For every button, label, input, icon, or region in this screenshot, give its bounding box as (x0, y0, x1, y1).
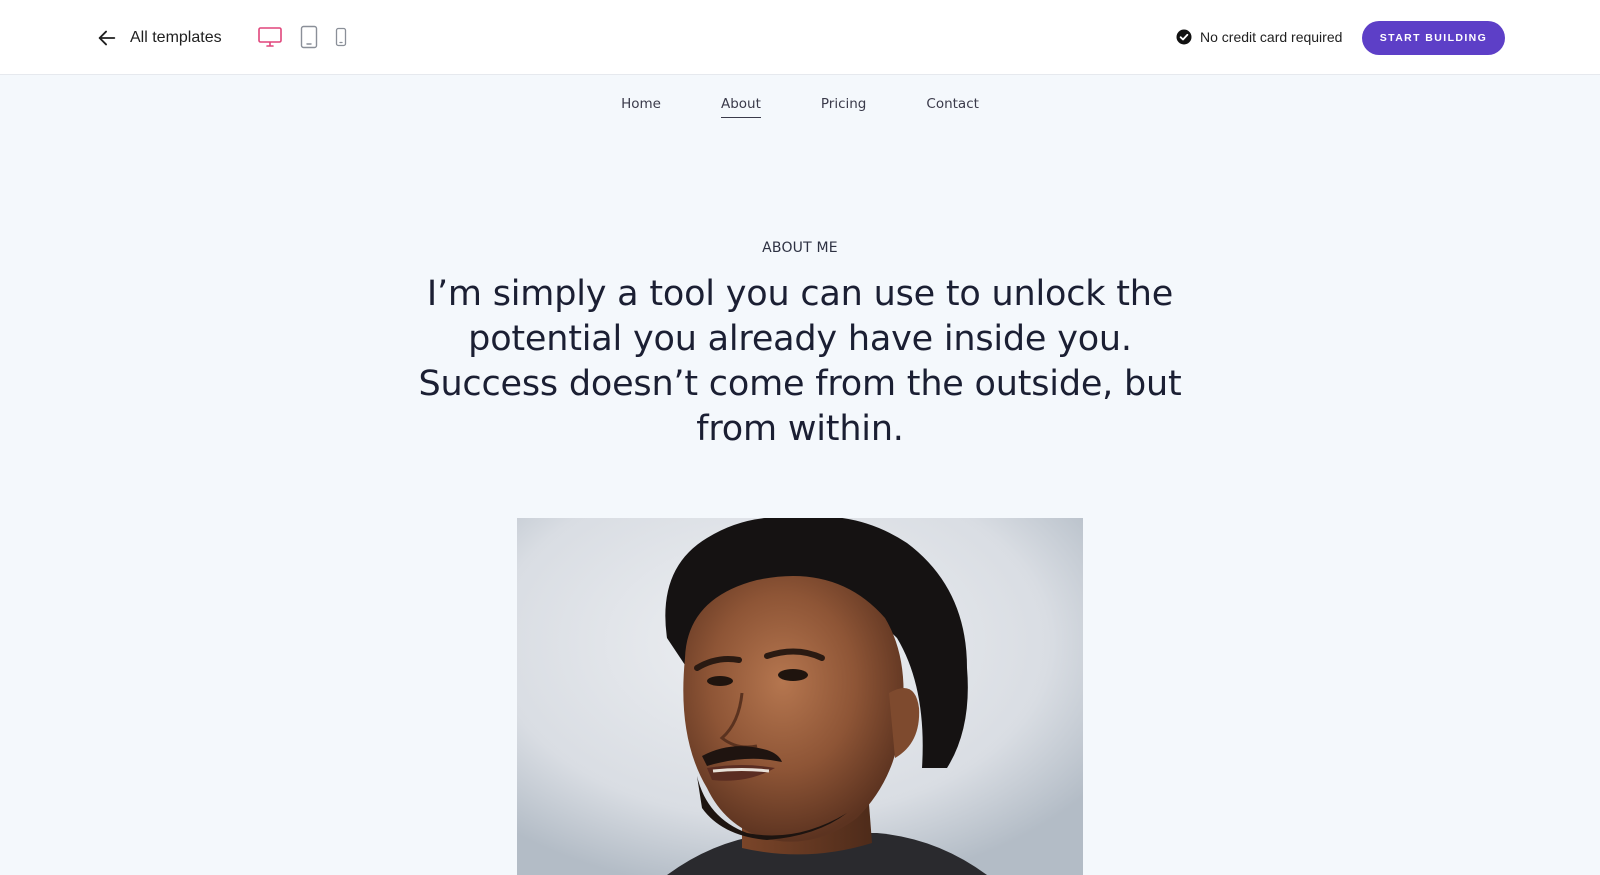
section-eyebrow: ABOUT ME (762, 240, 838, 256)
all-templates-label: All templates (130, 29, 222, 46)
nav-item-pricing[interactable]: Pricing (821, 96, 867, 117)
portrait-illustration (517, 518, 1083, 875)
device-preview-switcher (256, 22, 350, 52)
all-templates-link[interactable]: All templates (96, 24, 222, 52)
desktop-icon (257, 26, 283, 48)
badge-text: No credit card required (1200, 29, 1343, 45)
arrow-left-icon (96, 27, 118, 49)
site-navigation: Home About Pricing Contact (0, 96, 1600, 124)
nav-item-home[interactable]: Home (621, 96, 661, 117)
tablet-icon (300, 25, 318, 49)
nav-item-about[interactable]: About (720, 96, 761, 118)
nav-item-contact[interactable]: Contact (926, 96, 979, 117)
hero-headline: I’m simply a tool you can use to unlock … (418, 274, 1182, 449)
mobile-icon (335, 27, 347, 47)
tablet-preview-button[interactable] (298, 22, 320, 52)
check-circle-icon (1176, 29, 1192, 45)
editor-topbar: All templates No credit card required ST… (0, 0, 1600, 75)
desktop-preview-button[interactable] (256, 22, 284, 52)
start-building-button[interactable]: START BUILDING (1362, 21, 1505, 55)
mobile-preview-button[interactable] (332, 22, 350, 52)
no-credit-card-badge: No credit card required (1176, 26, 1342, 48)
portrait-image (517, 518, 1083, 875)
